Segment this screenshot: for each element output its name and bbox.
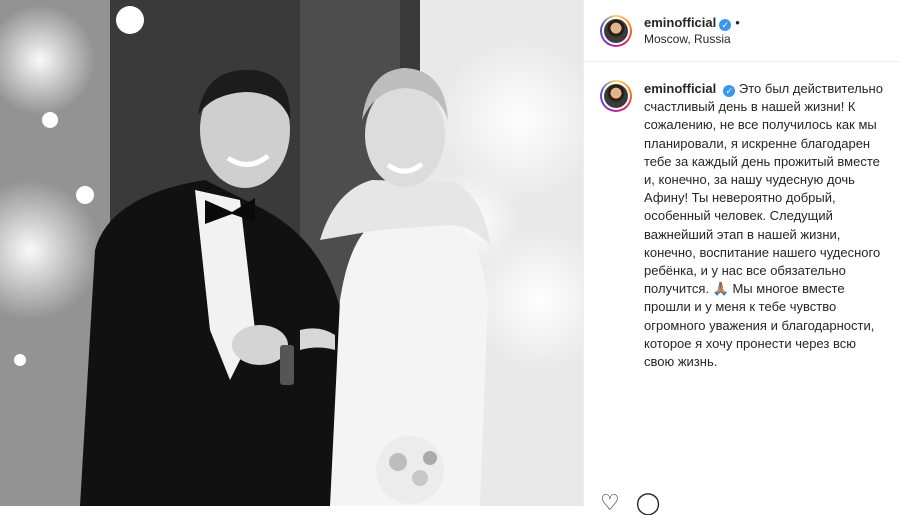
caption-body: Это был действительно счастливый день в … [644,81,883,370]
caption-avatar-image [604,84,628,108]
caption-block: eminofficial ✓ Это был действительно счас… [584,62,900,371]
verified-badge-icon: ✓ [719,18,732,31]
post-sidebar: eminofficial ✓ • Moscow, Russia eminoffici… [583,0,900,514]
header-username[interactable]: eminofficial [644,15,716,30]
wedding-photo-illustration [0,0,583,506]
separator-dot: • [735,14,740,30]
heart-icon[interactable]: ♡ [600,492,620,514]
caption-verified-badge-icon: ✓ [723,85,736,97]
post-header: eminofficial ✓ • Moscow, Russia [584,0,900,62]
header-meta: eminofficial ✓ • Moscow, Russia [644,15,740,47]
avatar[interactable] [600,14,632,47]
action-bar: ♡ ◯ [600,492,660,514]
location-link[interactable]: Moscow, Russia [644,31,740,47]
caption-username[interactable]: eminofficial [644,81,716,96]
comment-icon[interactable]: ◯ [636,492,661,514]
instagram-post: eminofficial ✓ • Moscow, Russia eminoffici… [0,0,900,514]
avatar-image [604,18,628,43]
caption-avatar[interactable] [600,80,632,112]
post-photo[interactable] [0,0,583,506]
caption-text: eminofficial ✓ Это был действительно счас… [644,80,884,371]
